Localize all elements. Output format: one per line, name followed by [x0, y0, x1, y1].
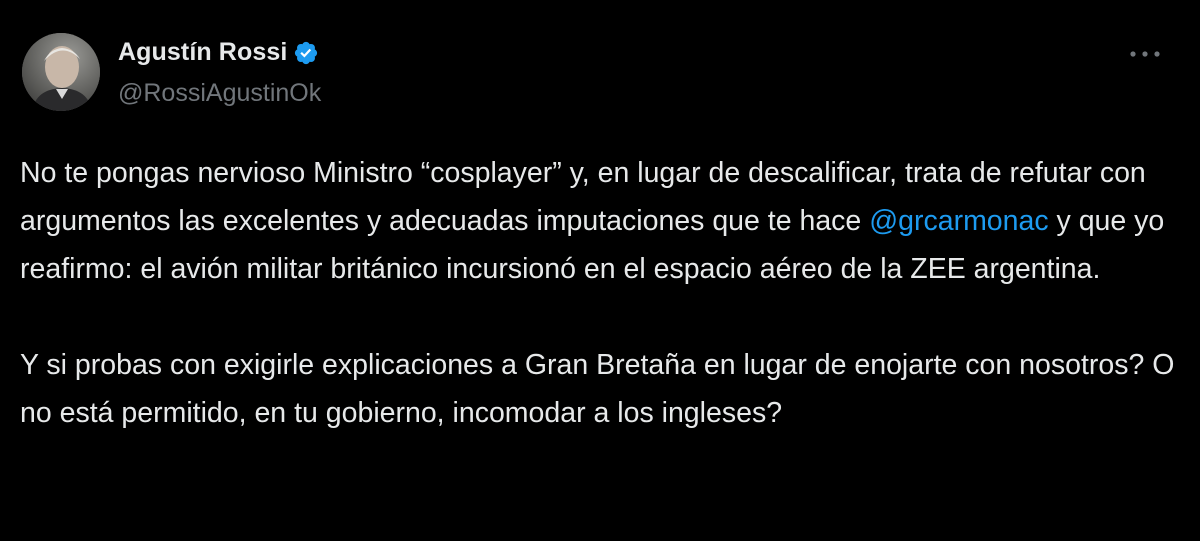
tweet-paragraph-2: Y si probas con exigirle explicaciones a…	[20, 349, 1175, 429]
author-name-row: Agustín Rossi	[118, 38, 319, 67]
mention-link[interactable]: @grcarmonac	[869, 205, 1048, 237]
more-horizontal-icon	[1130, 51, 1160, 57]
more-options-button[interactable]	[1128, 44, 1162, 64]
tweet-text: No te pongas nervioso Ministro “cosplaye…	[20, 149, 1180, 437]
author-handle[interactable]: @RossiAgustinOk	[118, 79, 321, 108]
author-display-name[interactable]: Agustín Rossi	[118, 38, 287, 67]
tweet-paragraph-1: No te pongas nervioso Ministro “cosplaye…	[20, 149, 1180, 293]
tweet[interactable]: Agustín Rossi @RossiAgustinOk No te pong…	[0, 0, 1200, 541]
verified-badge-icon	[293, 40, 319, 66]
profile-photo-icon	[22, 33, 100, 111]
avatar[interactable]	[22, 33, 100, 111]
